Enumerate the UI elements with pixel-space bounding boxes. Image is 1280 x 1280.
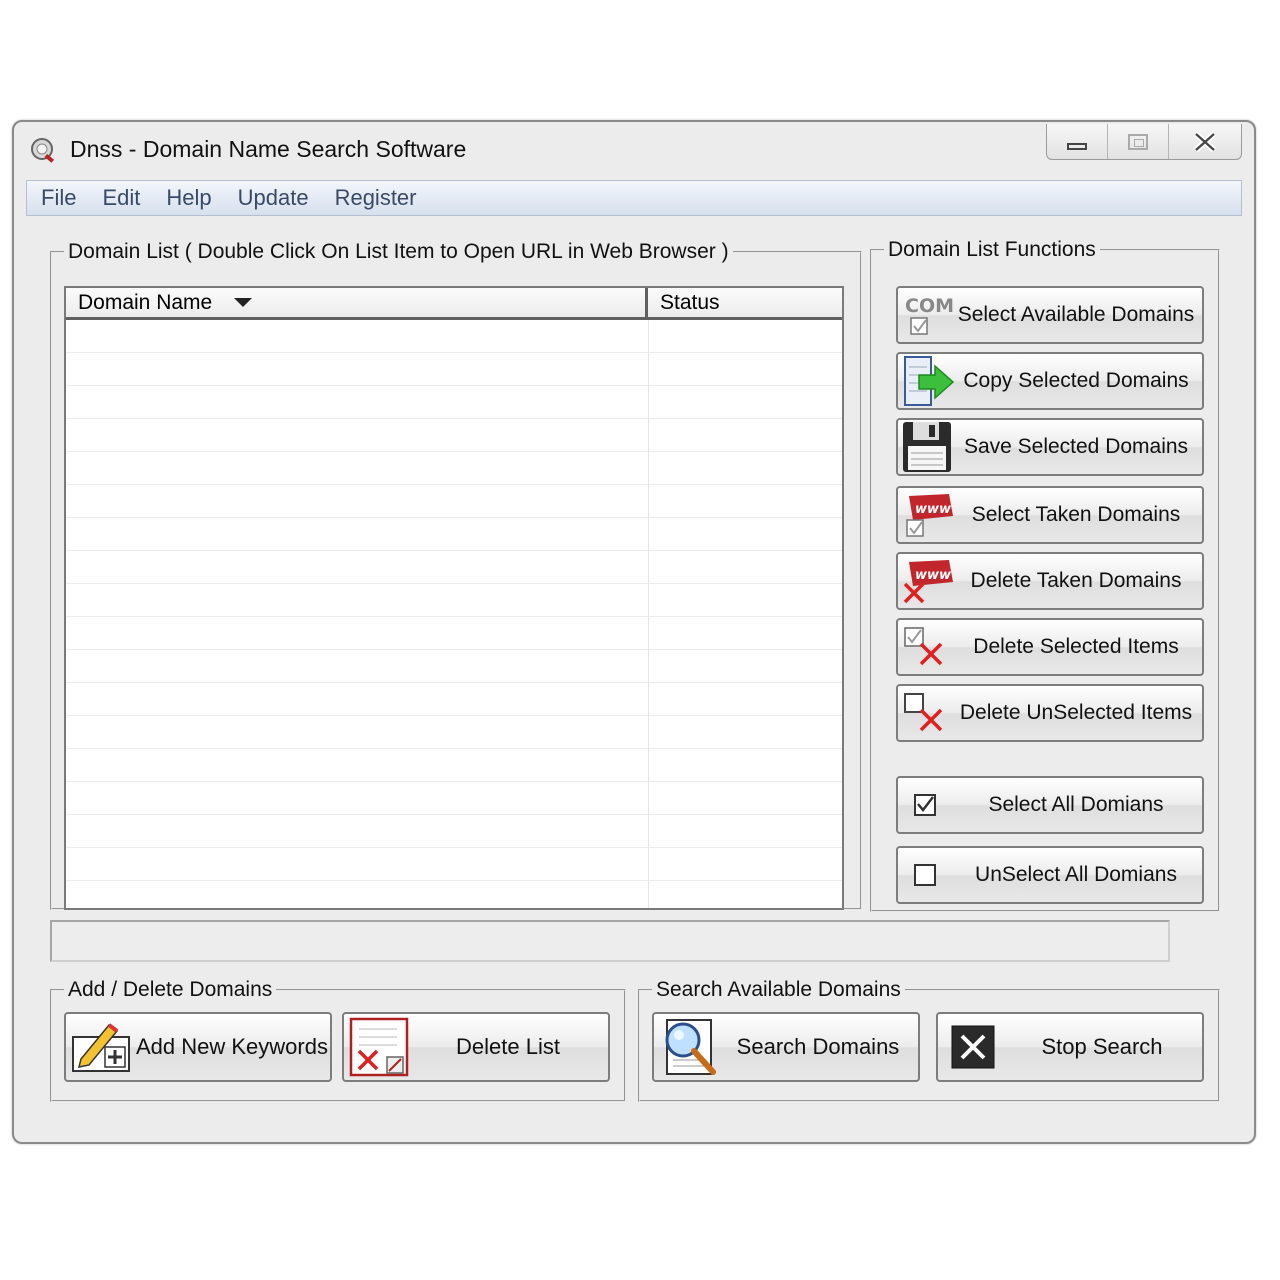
column-status[interactable]: Status — [648, 288, 842, 317]
www-checkbox-icon: www — [898, 488, 956, 542]
list-header: Domain Name Status — [66, 288, 842, 320]
svg-text:www: www — [915, 568, 952, 583]
column-status-label: Status — [660, 290, 720, 314]
save-selected-domains-label: Save Selected Domains — [963, 435, 1189, 458]
save-selected-domains-button[interactable]: Save Selected Domains — [896, 418, 1204, 476]
close-button[interactable] — [1169, 124, 1241, 159]
svg-text:COM.: COM. — [905, 295, 955, 317]
delete-unselected-items-button[interactable]: Delete UnSelected Items — [896, 684, 1204, 742]
delete-list-icon — [344, 1014, 414, 1080]
delete-taken-domains-button[interactable]: www Delete Taken Domains — [896, 552, 1204, 610]
add-new-keywords-button[interactable]: Add New Keywords — [64, 1012, 332, 1082]
select-available-domains-label: Select Available Domains — [957, 303, 1195, 326]
menu-bar: File Edit Help Update Register — [26, 180, 1242, 216]
unselect-all-domains-label: UnSelect All Domians — [975, 863, 1177, 886]
window-title: Dnss - Domain Name Search Software — [70, 136, 467, 162]
column-divider — [648, 320, 649, 908]
search-domains-label: Search Domains — [736, 1034, 900, 1059]
select-all-domains-button[interactable]: Select All Domians — [896, 776, 1204, 834]
delete-list-button[interactable]: Delete List — [342, 1012, 610, 1082]
domain-list-legend: Domain List ( Double Click On List Item … — [68, 240, 729, 263]
delete-taken-domains-label: Delete Taken Domains — [970, 569, 1182, 592]
menu-edit[interactable]: Edit — [89, 185, 153, 211]
delete-list-label: Delete List — [456, 1034, 560, 1059]
add-keyword-icon — [66, 1014, 136, 1080]
delete-selected-items-label: Delete Selected Items — [973, 635, 1179, 658]
www-delete-icon: www — [898, 554, 956, 608]
window-controls — [1046, 124, 1242, 160]
delete-selected-items-button[interactable]: Delete Selected Items — [896, 618, 1204, 676]
menu-update[interactable]: Update — [225, 185, 322, 211]
menu-file[interactable]: File — [27, 185, 89, 211]
minimize-button[interactable] — [1047, 124, 1108, 159]
stop-x-icon — [938, 1014, 1008, 1080]
copy-arrow-icon — [898, 354, 956, 408]
svg-text:www: www — [915, 502, 952, 517]
com-checkbox-icon: COM. — [898, 288, 956, 342]
sort-down-icon — [234, 298, 253, 307]
empty-box-icon — [898, 848, 956, 902]
copy-selected-domains-button[interactable]: Copy Selected Domains — [896, 352, 1204, 410]
checked-box-icon — [898, 778, 956, 832]
column-domain-name[interactable]: Domain Name — [66, 288, 648, 317]
status-bar — [50, 920, 1170, 962]
title-bar[interactable]: Dnss - Domain Name Search Software — [14, 122, 1254, 178]
close-icon — [1194, 131, 1216, 152]
magnifier-icon — [654, 1014, 724, 1080]
add-delete-legend: Add / Delete Domains — [68, 978, 273, 1001]
domain-listview[interactable]: Domain Name Status — [64, 286, 844, 910]
select-taken-domains-button[interactable]: www Select Taken Domains — [896, 486, 1204, 544]
app-icon — [28, 136, 58, 166]
maximize-icon — [1128, 133, 1148, 150]
domain-functions-legend: Domain List Functions — [888, 238, 1096, 261]
search-domains-button[interactable]: Search Domains — [652, 1012, 920, 1082]
delete-unselected-items-label: Delete UnSelected Items — [959, 701, 1193, 724]
select-taken-domains-label: Select Taken Domains — [971, 503, 1181, 526]
stop-search-label: Stop Search — [1041, 1034, 1163, 1059]
add-new-keywords-label: Add New Keywords — [136, 1034, 328, 1059]
unselect-all-domains-button[interactable]: UnSelect All Domians — [896, 846, 1204, 904]
unchecked-delete-icon — [898, 686, 956, 740]
copy-selected-domains-label: Copy Selected Domains — [963, 369, 1189, 392]
floppy-disk-icon — [898, 420, 956, 474]
select-all-domains-label: Select All Domians — [988, 793, 1164, 816]
checked-delete-icon — [898, 620, 956, 674]
search-available-legend: Search Available Domains — [656, 978, 901, 1001]
maximize-button[interactable] — [1108, 124, 1169, 159]
app-window: Dnss - Domain Name Search Software File … — [12, 120, 1256, 1144]
menu-register[interactable]: Register — [322, 185, 430, 211]
select-available-domains-button[interactable]: COM. Select Available Domains — [896, 286, 1204, 344]
menu-help[interactable]: Help — [153, 185, 224, 211]
minimize-icon — [1067, 143, 1087, 150]
stop-search-button[interactable]: Stop Search — [936, 1012, 1204, 1082]
column-domain-name-label: Domain Name — [78, 290, 213, 314]
list-body[interactable] — [66, 320, 842, 908]
